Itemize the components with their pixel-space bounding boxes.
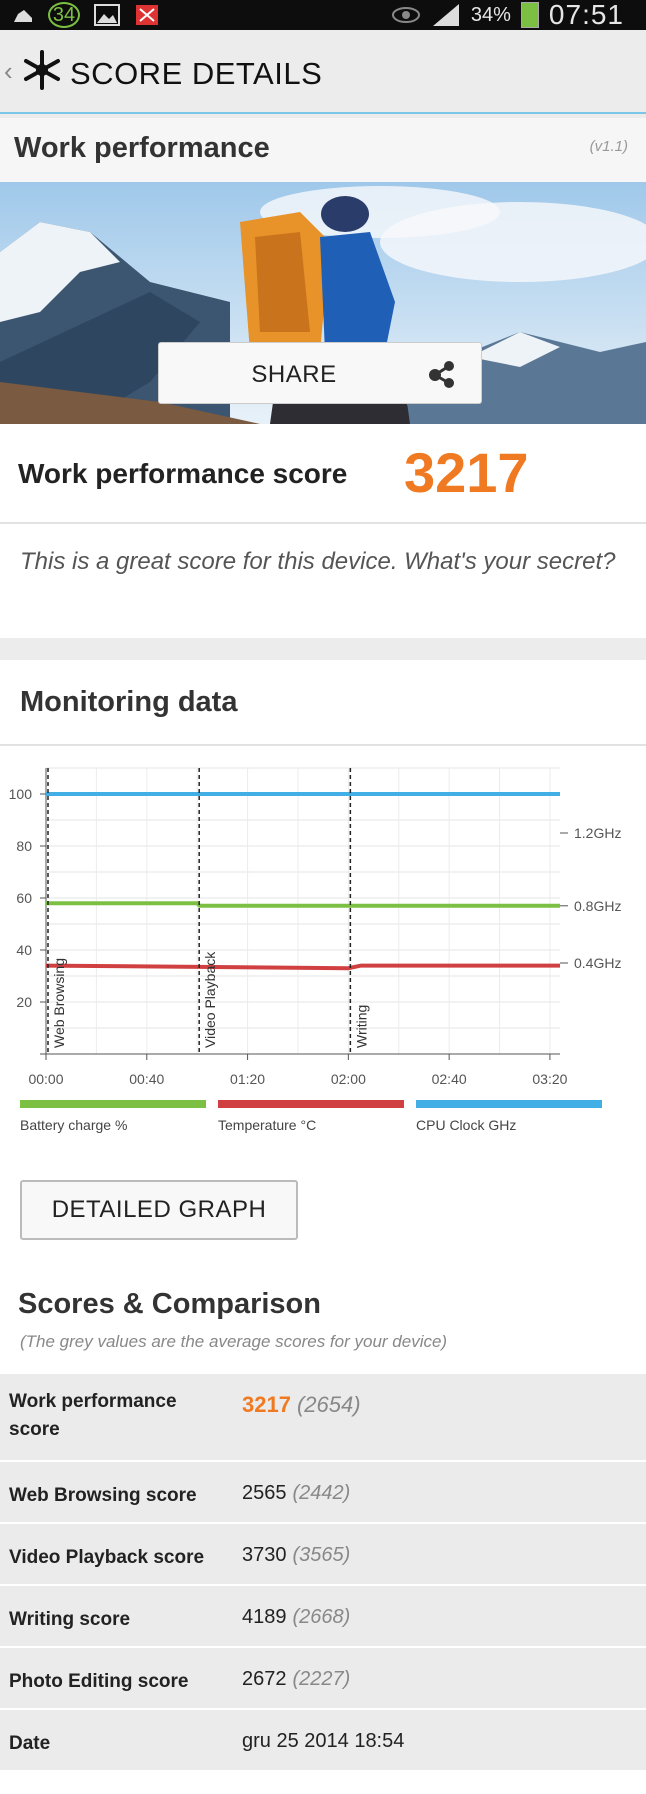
notification-count-badge: 34: [48, 2, 80, 28]
series-line: [45, 963, 560, 971]
comparison-subtitle: (The grey values are the average scores …: [20, 1332, 448, 1351]
row-value: 2565 (2442): [242, 1482, 350, 1505]
row-average: (2654): [296, 1392, 361, 1417]
table-row: Video Playback score 3730 (3565): [0, 1522, 646, 1584]
share-button[interactable]: SHARE: [158, 342, 482, 404]
score-message: This is a great score for this device. W…: [20, 548, 616, 575]
status-bar: 34 34% 07:51: [0, 0, 646, 30]
row-score: 2565: [242, 1482, 287, 1504]
detailed-graph-button[interactable]: DETAILED GRAPH: [20, 1180, 298, 1240]
table-row: Web Browsing score 2565 (2442): [0, 1460, 646, 1522]
row-label: Date: [9, 1733, 51, 1754]
monitoring-header: Monitoring data: [0, 660, 646, 746]
legend-label: CPU Clock GHz: [416, 1117, 516, 1133]
comparison-title: Scores & Comparison: [18, 1288, 321, 1320]
table-row: Work performance score 3217 (2654): [0, 1372, 646, 1460]
monitoring-card: Monitoring data 100 80 60 40 20 00:00 00:40 01:…: [0, 660, 646, 1794]
series-line: [46, 901, 560, 908]
signal-icon: [432, 4, 459, 26]
x-tick-label: 01:20: [230, 1071, 265, 1087]
detailed-graph-label: DETAILED GRAPH: [51, 1196, 267, 1223]
phase-label: Web Browsing: [51, 958, 67, 1048]
row-value: gru 25 2014 18:54: [242, 1730, 410, 1753]
transfer-icon: [14, 10, 32, 22]
x-tick-label: 02:40: [432, 1071, 467, 1087]
row-label: Work performance score: [9, 1391, 177, 1440]
x-tick-label: 02:00: [331, 1071, 366, 1087]
row-label: Web Browsing score: [9, 1485, 197, 1506]
phase-label: Video Playback: [202, 951, 218, 1048]
table-row: Photo Editing score 2672 (2227): [0, 1646, 646, 1708]
image-icon: [94, 4, 120, 26]
row-value: 2672 (2227): [242, 1668, 350, 1691]
eye-icon: [391, 7, 420, 23]
table-row: Date gru 25 2014 18:54: [0, 1708, 646, 1770]
row-average: (2227): [292, 1668, 351, 1690]
row-value: 3217 (2654): [242, 1392, 361, 1418]
version-label: (v1.1): [589, 138, 628, 155]
share-label: SHARE: [251, 361, 337, 388]
page-title: SCORE DETAILS: [70, 56, 323, 91]
y-tick-label: 60: [16, 890, 32, 906]
hero-image: SHARE: [0, 182, 646, 424]
row-label: Video Playback score: [9, 1547, 205, 1568]
legend-label: Temperature °C: [218, 1117, 316, 1133]
row-score: gru 25 2014 18:54: [242, 1730, 405, 1752]
row-label: Photo Editing score: [9, 1671, 189, 1692]
row-score: 2672: [242, 1668, 287, 1690]
monitoring-chart: 100 80 60 40 20 00:00 00:40 01:20 02:00 02:40 03:2…: [9, 767, 621, 1133]
x-tick-label: 03:20: [532, 1071, 567, 1087]
monitoring-title: Monitoring data: [20, 686, 238, 718]
share-icon: [429, 361, 454, 388]
row-score: 3217: [242, 1392, 291, 1417]
battery-icon: [520, 2, 539, 28]
work-performance-header: Work performance (v1.1): [0, 118, 646, 182]
y-tick-label: 100: [9, 786, 33, 802]
comparison-table: Work performance score 3217 (2654) Web Br…: [0, 1372, 646, 1770]
legend-swatch: [20, 1100, 206, 1108]
row-value: 3730 (3565): [242, 1544, 350, 1567]
row-score: 3730: [242, 1544, 287, 1566]
phase-label: Writing: [353, 1005, 369, 1048]
right-tick-label: 1.2GHz: [574, 825, 621, 841]
row-value: 4189 (2668): [242, 1606, 350, 1629]
y-tick-label: 40: [16, 942, 32, 958]
battery-percent: 34%: [470, 3, 511, 26]
x-tick-label: 00:00: [28, 1071, 63, 1087]
row-average: (3565): [292, 1544, 351, 1566]
legend-swatch: [416, 1100, 602, 1108]
right-tick-label: 0.8GHz: [574, 898, 621, 914]
right-tick-label: 0.4GHz: [574, 955, 621, 971]
work-performance-card: Work performance (v1.1) SHARE Work perfo…: [0, 118, 646, 638]
action-bar: ‹ SCORE DETAILS: [0, 30, 646, 114]
missed-call-icon: [136, 5, 158, 25]
clock: 07:51: [548, 0, 624, 30]
y-tick-label: 20: [16, 994, 32, 1010]
table-row: Writing score 4189 (2668): [0, 1584, 646, 1646]
score-row: Work performance score 3217: [0, 424, 646, 524]
score-value: 3217: [404, 441, 529, 504]
y-tick-label: 80: [16, 838, 32, 854]
row-average: (2442): [292, 1482, 351, 1504]
x-tick-label: 00:40: [129, 1071, 164, 1087]
row-average: (2668): [292, 1606, 351, 1628]
row-label: Writing score: [9, 1609, 131, 1630]
app-logo-icon[interactable]: [20, 48, 64, 92]
legend-swatch: [218, 1100, 404, 1108]
back-chevron-icon[interactable]: ‹: [4, 56, 13, 87]
score-label: Work performance score: [18, 458, 348, 489]
row-score: 4189: [242, 1606, 287, 1628]
work-performance-title: Work performance: [14, 132, 270, 164]
legend-label: Battery charge %: [20, 1117, 127, 1133]
